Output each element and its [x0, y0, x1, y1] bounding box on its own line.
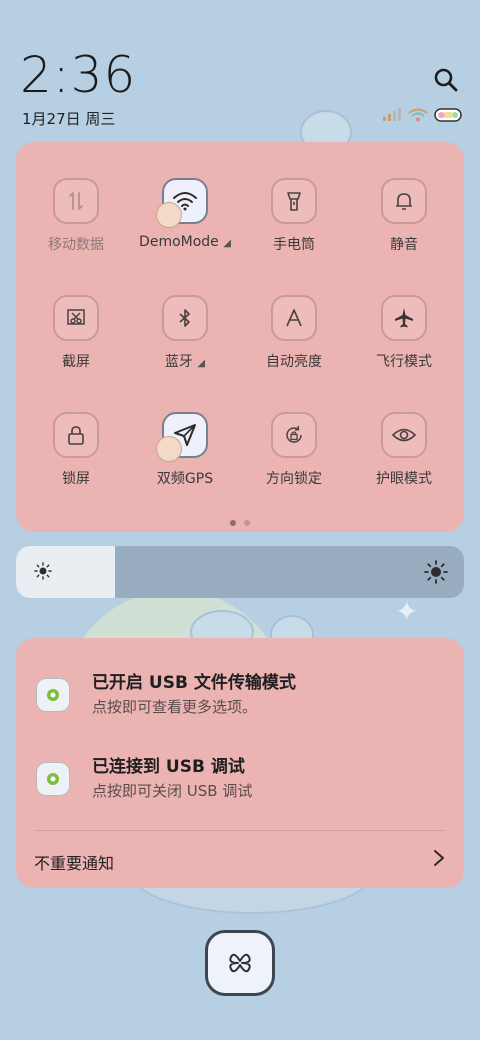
screenshot-icon	[67, 309, 85, 325]
notification-title: 已开启 USB 文件传输模式	[92, 673, 296, 693]
divider	[34, 830, 446, 831]
tile-dual-gps[interactable]: 双频GPS	[130, 412, 240, 488]
tile-mute-button[interactable]	[381, 178, 427, 224]
brightness-fill[interactable]	[16, 546, 115, 598]
wallpaper-star: ✦	[395, 595, 419, 628]
tile-label: 蓝牙	[164, 354, 193, 370]
tile-demomode[interactable]: DemoMode ◢	[130, 178, 240, 250]
flashlight-icon	[287, 192, 301, 211]
auto-brightness-icon	[286, 309, 302, 327]
tile-bluetooth[interactable]: 蓝牙 ◢	[130, 295, 240, 371]
tile-lock-screen[interactable]: 锁屏	[21, 412, 131, 488]
bell-icon	[396, 193, 412, 210]
android-settings-icon	[36, 678, 70, 712]
brightness-slider[interactable]	[16, 546, 464, 598]
rotation-lock-icon	[286, 425, 302, 443]
tile-airplane-button[interactable]	[381, 295, 427, 341]
battery-icon	[434, 108, 462, 122]
tile-label: 方向锁定	[266, 471, 322, 487]
brightness-low-icon	[34, 562, 52, 580]
gear-icon	[47, 773, 59, 785]
tile-airplane[interactable]: 飞行模式	[349, 295, 459, 371]
tile-bluetooth-button[interactable]	[162, 295, 208, 341]
clock-time: 2:36	[20, 46, 137, 104]
notification-subtitle: 点按即可查看更多选项。	[92, 698, 258, 716]
expand-triangle-icon[interactable]: ◢	[223, 238, 231, 249]
tile-eye-care-button[interactable]	[381, 412, 427, 458]
page-dot[interactable]	[244, 520, 250, 526]
tile-label: DemoMode	[139, 234, 219, 250]
clover-icon	[229, 953, 251, 973]
android-settings-icon	[36, 762, 70, 796]
search-icon	[434, 68, 458, 92]
tile-lock-screen-button[interactable]	[53, 412, 99, 458]
notification-panel: 已开启 USB 文件传输模式 点按即可查看更多选项。 已连接到 USB 调试 点…	[16, 638, 464, 888]
quick-settings-panel: 移动数据 DemoMode ◢ 手电筒 静音 截屏 蓝牙 ◢ 自动亮度 飞行模式…	[16, 142, 464, 532]
tile-screenshot[interactable]: 截屏	[21, 295, 131, 371]
tile-label: 自动亮度	[266, 354, 322, 370]
tile-label: 移动数据	[48, 237, 104, 253]
clear-notifications-button[interactable]	[205, 930, 275, 996]
tile-label: 双频GPS	[156, 471, 214, 487]
tile-label: 手电筒	[273, 237, 315, 253]
eye-icon	[391, 428, 417, 442]
lock-icon	[68, 426, 84, 445]
notification-usb-transfer[interactable]: 已开启 USB 文件传输模式 点按即可查看更多选项。	[36, 668, 444, 728]
tile-rotation-lock[interactable]: 方向锁定	[239, 412, 349, 488]
signal-icon	[383, 108, 401, 121]
search-button[interactable]	[432, 66, 460, 94]
clock-date: 1月27日 周三	[22, 110, 116, 128]
notification-usb-debugging[interactable]: 已连接到 USB 调试 点按即可关闭 USB 调试	[36, 752, 444, 812]
tile-mobile-data-button[interactable]	[53, 178, 99, 224]
notification-title: 已连接到 USB 调试	[92, 757, 245, 777]
page-indicator	[16, 520, 464, 526]
tile-label: 护眼模式	[376, 471, 432, 487]
tile-mobile-data[interactable]: 移动数据	[21, 178, 131, 254]
wifi-icon	[408, 108, 428, 122]
gear-icon	[47, 689, 59, 701]
unimportant-notifications-link[interactable]: 不重要通知	[34, 850, 114, 874]
tile-auto-brightness[interactable]: 自动亮度	[239, 295, 349, 371]
sticker-badge	[156, 202, 182, 228]
tile-screenshot-button[interactable]	[53, 295, 99, 341]
tile-mute[interactable]: 静音	[349, 178, 459, 254]
brightness-high-icon	[424, 560, 448, 584]
chevron-right-icon[interactable]	[432, 848, 446, 868]
tile-label-row: 蓝牙 ◢	[130, 351, 240, 371]
tile-label-row: DemoMode ◢	[130, 234, 240, 250]
tile-flashlight-button[interactable]	[271, 178, 317, 224]
tile-auto-brightness-button[interactable]	[271, 295, 317, 341]
tile-label: 截屏	[62, 354, 90, 370]
page-dot-active[interactable]	[230, 520, 236, 526]
tile-label: 飞行模式	[376, 354, 432, 370]
notification-subtitle: 点按即可关闭 USB 调试	[92, 782, 253, 800]
status-bar-icons	[382, 108, 462, 122]
tile-label: 锁屏	[62, 471, 90, 487]
mobile-data-icon	[69, 192, 83, 210]
sticker-badge	[156, 436, 182, 462]
tile-flashlight[interactable]: 手电筒	[239, 178, 349, 254]
expand-triangle-icon[interactable]: ◢	[197, 358, 205, 369]
tile-label: 静音	[390, 237, 418, 253]
tile-rotation-lock-button[interactable]	[271, 412, 317, 458]
airplane-icon	[395, 308, 413, 328]
tile-eye-care[interactable]: 护眼模式	[349, 412, 459, 488]
bluetooth-icon	[179, 309, 190, 327]
